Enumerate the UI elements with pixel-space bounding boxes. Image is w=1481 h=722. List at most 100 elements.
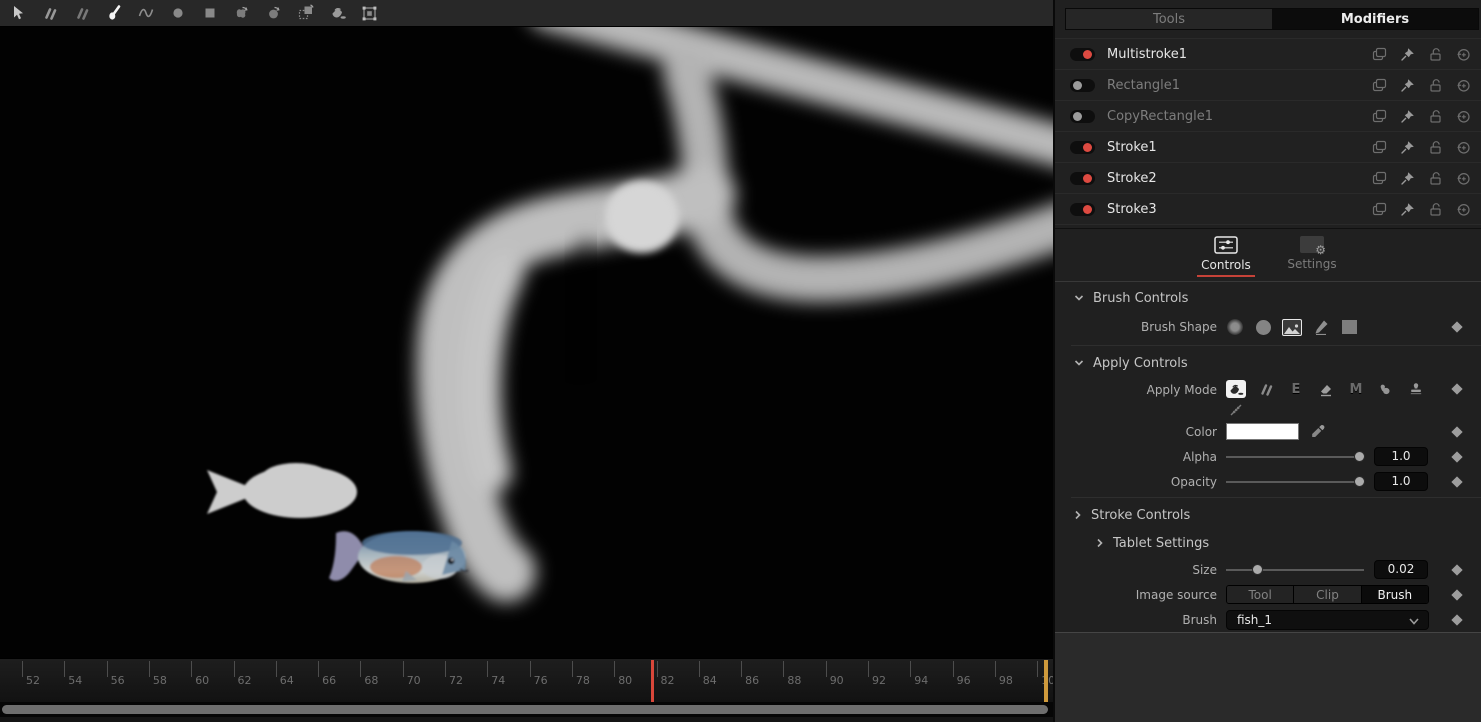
enable-toggle[interactable] <box>1070 203 1095 216</box>
enable-toggle[interactable] <box>1070 48 1095 61</box>
keyframe-diamond[interactable] <box>1451 564 1462 575</box>
eyedropper-icon[interactable] <box>1309 423 1326 440</box>
image-source-tool-button[interactable]: Tool <box>1227 586 1294 603</box>
merge-mode-icon[interactable]: M <box>1346 380 1366 398</box>
tab-controls[interactable]: Controls <box>1195 229 1257 281</box>
multistroke-tool-button[interactable] <box>39 3 60 24</box>
stamp-mode-icon[interactable] <box>1406 380 1426 398</box>
polyline-stroke-tool-button[interactable] <box>135 3 156 24</box>
keyframe-diamond[interactable] <box>1451 383 1462 394</box>
alpha-slider[interactable] <box>1226 451 1364 463</box>
copy-icon[interactable] <box>1372 202 1387 217</box>
image-brush-icon-selected[interactable] <box>1282 319 1302 336</box>
enable-toggle[interactable] <box>1070 172 1095 185</box>
pin-icon[interactable] <box>1400 78 1415 93</box>
modifier-row-stroke2[interactable]: Stroke2 <box>1055 163 1481 194</box>
history-icon[interactable] <box>1456 47 1471 62</box>
modifier-row-multistroke1[interactable]: Multistroke1 <box>1055 39 1481 70</box>
lock-icon[interactable] <box>1428 202 1443 217</box>
opacity-slider[interactable] <box>1226 476 1364 488</box>
copy-icon[interactable] <box>1372 109 1387 124</box>
brush-select-dropdown[interactable]: fish_1 <box>1226 610 1429 630</box>
tab-modifiers[interactable]: Modifiers <box>1272 9 1478 29</box>
keyframe-diamond[interactable] <box>1451 476 1462 487</box>
opacity-value[interactable]: 1.0 <box>1374 472 1428 491</box>
square-brush-icon[interactable] <box>1340 318 1358 336</box>
color-swatch[interactable] <box>1226 423 1299 440</box>
modifier-row-stroke1[interactable]: Stroke1 <box>1055 132 1481 163</box>
alpha-value[interactable]: 1.0 <box>1374 447 1428 466</box>
slider-knob[interactable] <box>1354 476 1365 487</box>
pin-icon[interactable] <box>1400 140 1415 155</box>
modifier-row-stroke3[interactable]: Stroke3 <box>1055 194 1481 225</box>
range-end-marker[interactable] <box>1044 660 1048 702</box>
copy-icon[interactable] <box>1372 140 1387 155</box>
pin-icon[interactable] <box>1400 171 1415 186</box>
soft-circle-brush-icon[interactable] <box>1226 318 1244 336</box>
keyframe-diamond[interactable] <box>1451 589 1462 600</box>
ruler-tick <box>783 661 784 677</box>
section-apply-controls[interactable]: Apply Controls <box>1055 349 1481 377</box>
history-icon[interactable] <box>1456 202 1471 217</box>
erase-mode-icon[interactable] <box>1316 380 1336 398</box>
enable-toggle[interactable] <box>1070 141 1095 154</box>
playhead-marker[interactable] <box>651 660 654 702</box>
scrollbar-thumb[interactable] <box>2 705 1048 714</box>
enable-toggle[interactable] <box>1070 79 1095 92</box>
section-tablet-settings[interactable]: Tablet Settings <box>1055 529 1481 557</box>
paint-brush-tool-button[interactable] <box>103 3 124 24</box>
multistroke-mode-icon[interactable] <box>1256 380 1276 398</box>
hard-circle-brush-icon[interactable] <box>1254 318 1272 336</box>
copy-icon[interactable] <box>1372 47 1387 62</box>
modifier-row-rectangle1[interactable]: Rectangle1 <box>1055 70 1481 101</box>
image-source-clip-button[interactable]: Clip <box>1294 586 1361 603</box>
slider-knob[interactable] <box>1252 564 1263 575</box>
lock-icon[interactable] <box>1428 140 1443 155</box>
history-icon[interactable] <box>1456 109 1471 124</box>
history-icon[interactable] <box>1456 78 1471 93</box>
keyframe-diamond[interactable] <box>1451 451 1462 462</box>
lock-icon[interactable] <box>1428 109 1443 124</box>
enable-toggle[interactable] <box>1070 110 1095 123</box>
timeline-scrollbar[interactable] <box>0 702 1053 717</box>
keyframe-diamond[interactable] <box>1451 614 1462 625</box>
viewport-canvas[interactable] <box>0 27 1053 658</box>
rectangle-tool-button[interactable] <box>199 3 220 24</box>
pin-icon[interactable] <box>1400 47 1415 62</box>
emboss-mode-icon[interactable]: E <box>1286 380 1306 398</box>
pin-icon[interactable] <box>1400 109 1415 124</box>
lock-icon[interactable] <box>1428 171 1443 186</box>
keyframe-diamond[interactable] <box>1451 321 1462 332</box>
history-icon[interactable] <box>1456 171 1471 186</box>
smear-mode-icon[interactable] <box>1376 380 1396 398</box>
modifier-row-copyrectangle1[interactable]: CopyRectangle1 <box>1055 101 1481 132</box>
tab-tools[interactable]: Tools <box>1066 9 1272 29</box>
transform-tool-button[interactable] <box>359 3 380 24</box>
pin-icon[interactable] <box>1400 202 1415 217</box>
circle-tool-button[interactable] <box>167 3 188 24</box>
clone-ellipse-tool-button[interactable] <box>263 3 284 24</box>
pencil-brush-icon[interactable] <box>1312 318 1330 336</box>
copy-icon[interactable] <box>1372 171 1387 186</box>
section-brush-controls[interactable]: Brush Controls <box>1055 284 1481 312</box>
clone-polygon-tool-button[interactable] <box>231 3 252 24</box>
chevron-down-icon <box>1408 617 1420 626</box>
image-source-brush-button[interactable]: Brush <box>1362 586 1428 603</box>
slider-knob[interactable] <box>1354 451 1365 462</box>
lock-icon[interactable] <box>1428 78 1443 93</box>
lock-icon[interactable] <box>1428 47 1443 62</box>
history-icon[interactable] <box>1456 140 1471 155</box>
multistroke-polyline-tool-button[interactable] <box>71 3 92 24</box>
section-stroke-controls[interactable]: Stroke Controls <box>1055 501 1481 529</box>
size-slider[interactable] <box>1226 564 1364 576</box>
timeline-ruler[interactable]: 5254565860626466687072747678808284868890… <box>0 658 1053 702</box>
copy-icon[interactable] <box>1372 78 1387 93</box>
wire-removal-mode-icon[interactable] <box>1226 401 1246 419</box>
size-value[interactable]: 0.02 <box>1374 560 1428 579</box>
paint-mode-icon-selected[interactable] <box>1226 380 1246 398</box>
tab-settings[interactable]: ⚙ Settings <box>1281 229 1343 281</box>
copy-rectangle-tool-button[interactable] <box>295 3 316 24</box>
keyframe-diamond[interactable] <box>1451 426 1462 437</box>
paint-fill-tool-button[interactable] <box>327 3 348 24</box>
select-tool-button[interactable] <box>7 3 28 24</box>
